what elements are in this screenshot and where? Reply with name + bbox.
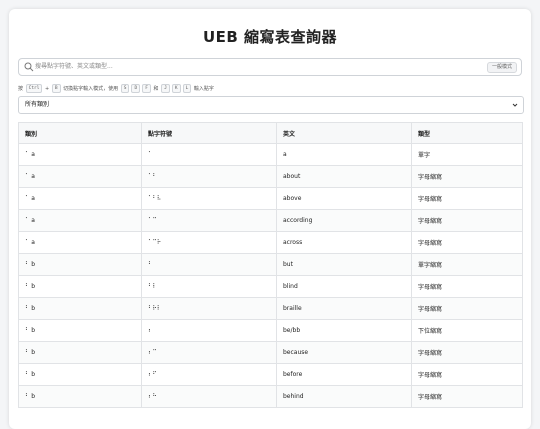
cell-braille: ⠁⠉⠗ — [141, 231, 277, 254]
cell-english: before — [276, 363, 412, 386]
cell-type: 單字縮寫 — [411, 253, 523, 276]
table-row[interactable]: ⠁ a ⠁⠃⠧ above 字母縮寫 — [18, 187, 523, 210]
kbd-s: S — [120, 84, 130, 93]
hint-text: 按 — [18, 86, 24, 92]
cell-type: 字母縮寫 — [411, 341, 523, 364]
cell-category: ⠃ b — [18, 319, 142, 342]
category-select-value: 所有類別 — [25, 101, 50, 108]
cell-type: 字母縮寫 — [411, 187, 523, 210]
cell-english: across — [276, 231, 412, 254]
cell-english: because — [276, 341, 412, 364]
table-row[interactable]: ⠁ a ⠁⠉⠗ across 字母縮寫 — [18, 231, 523, 254]
hint-plus: + — [45, 86, 50, 92]
table-row[interactable]: ⠃ b ⠆⠉ because 字母縮寫 — [18, 341, 523, 364]
cell-braille: ⠃ — [141, 253, 277, 276]
cell-type: 字母縮寫 — [411, 165, 523, 188]
cell-type: 字母縮寫 — [411, 363, 523, 386]
kbd-j: J — [161, 84, 170, 93]
cell-english: blind — [276, 275, 412, 298]
cell-category: ⠃ b — [18, 341, 142, 364]
cell-braille: ⠁⠃ — [141, 165, 277, 188]
table-row[interactable]: ⠁ a ⠁⠃ about 字母縮寫 — [18, 165, 523, 188]
table-row[interactable]: ⠃ b ⠆⠓ behind 字母縮寫 — [18, 385, 523, 408]
cell-braille: ⠆⠓ — [141, 385, 277, 408]
table-row[interactable]: ⠃ b ⠃⠇ blind 字母縮寫 — [18, 275, 523, 298]
cell-category: ⠃ b — [18, 253, 142, 276]
cell-type: 單字 — [411, 143, 523, 166]
kbd-l: L — [182, 84, 192, 93]
cell-braille: ⠃⠇ — [141, 275, 277, 298]
cell-type: 字母縮寫 — [411, 275, 523, 298]
cell-braille: ⠆⠉ — [141, 341, 277, 364]
cell-category: ⠁ a — [18, 165, 142, 188]
table-row[interactable]: ⠃ b ⠃ but 單字縮寫 — [18, 253, 523, 276]
cell-category: ⠁ a — [18, 209, 142, 232]
page-title: UEB 縮寫表查詢器 — [202, 28, 338, 46]
table-header-row: 類別 點字符號 英文 類型 — [18, 122, 523, 144]
cell-category: ⠁ a — [18, 187, 142, 210]
cell-english: above — [276, 187, 412, 210]
column-header-english: 英文 — [276, 122, 412, 144]
kbd-k: K — [171, 84, 181, 93]
kbd-b: B — [51, 84, 61, 93]
search-icon — [24, 62, 34, 72]
abbreviation-table: 類別 點字符號 英文 類型 ⠁ a ⠁ a 單字 ⠁ a ⠁⠃ about 字母縮寫 ⠁ a ⠁⠃… — [18, 122, 523, 408]
cell-category: ⠃ b — [18, 297, 142, 320]
cell-type: 字母縮寫 — [411, 385, 523, 408]
cell-english: a — [276, 143, 412, 166]
kbd-d: D — [131, 84, 141, 93]
cell-type: 字母縮寫 — [411, 231, 523, 254]
cell-category: ⠃ b — [18, 385, 142, 408]
cell-type: 字母縮寫 — [411, 297, 523, 320]
cell-category: ⠃ b — [18, 363, 142, 386]
cell-type: 字母縮寫 — [411, 209, 523, 232]
cell-type: 下位縮寫 — [411, 319, 523, 342]
mode-toggle-button[interactable]: 一般模式 — [486, 62, 517, 73]
search-box: 一般模式 — [18, 58, 522, 76]
cell-english: about — [276, 165, 412, 188]
cell-english: be/bb — [276, 319, 412, 342]
cell-category: ⠁ a — [18, 231, 142, 254]
cell-braille: ⠃⠗⠇ — [141, 297, 277, 320]
table-body: ⠁ a ⠁ a 單字 ⠁ a ⠁⠃ about 字母縮寫 ⠁ a ⠁⠃⠧ above 字母縮寫 ⠁ a ⠁… — [18, 143, 523, 408]
column-header-type: 類型 — [411, 122, 523, 144]
cell-braille: ⠁ — [141, 143, 277, 166]
column-header-category: 類別 — [18, 122, 142, 144]
keyboard-hint: 按 Ctrl + B 切換點字輸入模式，使用 SDF 和 JKL 輸入點字 — [18, 84, 214, 93]
cell-english: but — [276, 253, 412, 276]
table-row[interactable]: ⠁ a ⠁ a 單字 — [18, 143, 523, 166]
cell-braille: ⠆⠋ — [141, 363, 277, 386]
cell-english: behind — [276, 385, 412, 408]
column-header-braille: 點字符號 — [141, 122, 277, 144]
cell-category: ⠃ b — [18, 275, 142, 298]
hint-text: 切換點字輸入模式，使用 — [63, 86, 119, 92]
table-row[interactable]: ⠃ b ⠆⠋ before 字母縮寫 — [18, 363, 523, 386]
cell-category: ⠁ a — [18, 143, 142, 166]
table-row[interactable]: ⠁ a ⠁⠉ according 字母縮寫 — [18, 209, 523, 232]
hint-text: 輸入點字 — [193, 86, 214, 92]
chevron-down-icon — [512, 103, 518, 107]
cell-braille: ⠁⠃⠧ — [141, 187, 277, 210]
category-select[interactable]: 所有類別 — [18, 96, 524, 114]
table-row[interactable]: ⠃ b ⠃⠗⠇ braille 字母縮寫 — [18, 297, 523, 320]
kbd-f: F — [142, 84, 151, 93]
table-row[interactable]: ⠃ b ⠆ be/bb 下位縮寫 — [18, 319, 523, 342]
cell-braille: ⠁⠉ — [141, 209, 277, 232]
cell-english: according — [276, 209, 412, 232]
cell-english: braille — [276, 297, 412, 320]
kbd-ctrl: Ctrl — [25, 84, 43, 93]
search-input[interactable] — [35, 60, 435, 73]
hint-text: 和 — [153, 86, 159, 92]
cell-braille: ⠆ — [141, 319, 277, 342]
